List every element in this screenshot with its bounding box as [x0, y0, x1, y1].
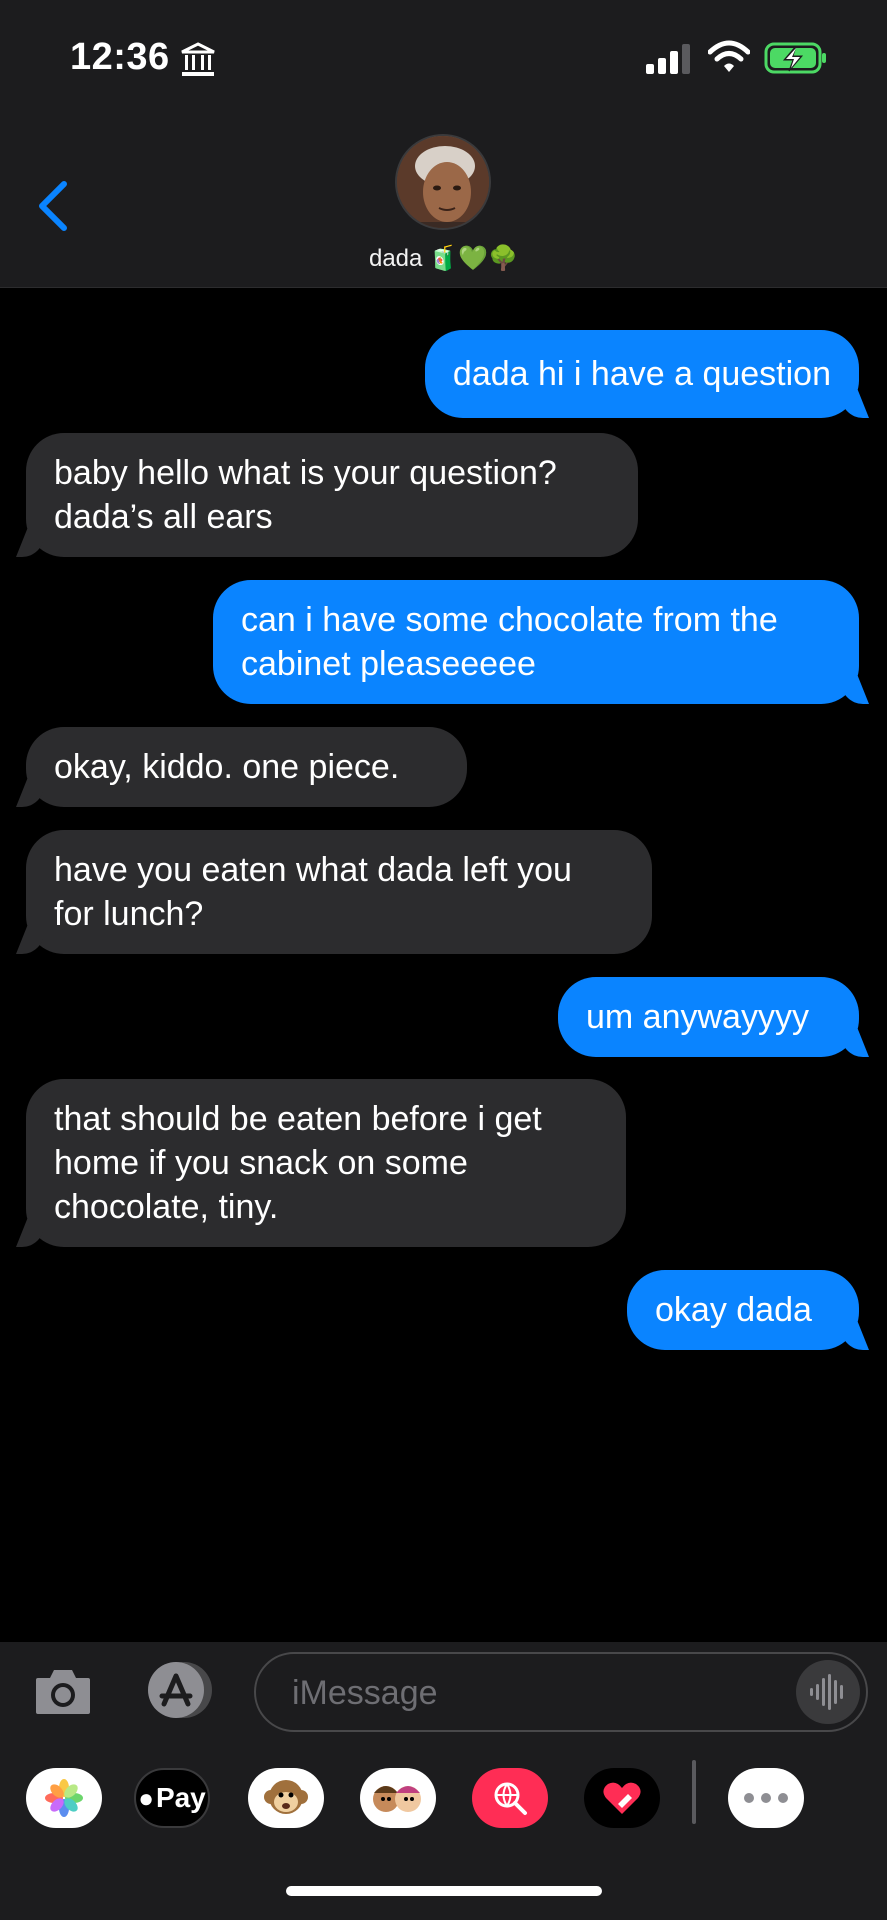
photos-flower-icon	[45, 1779, 83, 1817]
photos-app-icon[interactable]	[26, 1768, 102, 1828]
wifi-icon	[708, 40, 750, 72]
more-apps-icon[interactable]	[728, 1768, 804, 1828]
memoji-app-icon[interactable]	[360, 1768, 436, 1828]
contact-avatar[interactable]	[395, 134, 491, 230]
image-search-app-icon[interactable]	[472, 1768, 548, 1828]
bank-icon	[181, 42, 215, 76]
apple-pay-label: Pay	[155, 1782, 206, 1813]
message-bubble-incoming[interactable]: have you eaten what dada left you for lu…	[26, 830, 652, 954]
audio-message-button[interactable]	[796, 1660, 860, 1724]
apple-pay-app-icon[interactable]: ● Pay	[134, 1768, 210, 1828]
monkey-face-icon	[264, 1780, 308, 1814]
app-store-icon[interactable]	[142, 1660, 216, 1720]
message-bubble-outgoing[interactable]: can i have some chocolate from the cabin…	[213, 580, 859, 704]
message-bubble-outgoing[interactable]: um anywayyyy	[558, 977, 859, 1057]
contact-name: dada	[368, 245, 423, 272]
home-indicator[interactable]	[286, 1886, 602, 1896]
top-bar: 12:36 dada 🧃💚🌳	[0, 0, 887, 288]
avatar-portrait-icon	[397, 136, 489, 228]
message-bubble-incoming[interactable]: okay, kiddo. one piece.	[26, 727, 467, 807]
contact-name-row[interactable]: dada 🧃💚🌳	[0, 244, 887, 273]
message-bubble-incoming[interactable]: baby hello what is your question? dada’s…	[26, 433, 638, 557]
message-input-placeholder: iMessage	[292, 1674, 438, 1712]
animoji-app-icon[interactable]	[248, 1768, 324, 1828]
heart-touch-icon	[603, 1782, 641, 1814]
camera-icon[interactable]	[34, 1666, 92, 1716]
battery-charging-icon	[764, 42, 826, 74]
search-globe-icon	[494, 1782, 527, 1815]
message-bubble-outgoing[interactable]: dada hi i have a question	[424, 330, 859, 418]
memoji-faces-icon	[373, 1786, 421, 1812]
message-input[interactable]: iMessage	[254, 1652, 868, 1732]
contact-emojis: 🧃💚🌳	[428, 245, 519, 272]
signal-icon	[646, 44, 690, 74]
apple-logo-icon: ●	[138, 1782, 154, 1813]
digital-touch-app-icon[interactable]	[584, 1768, 660, 1828]
input-bar: iMessage	[0, 1642, 887, 1742]
ellipsis-icon	[744, 1793, 788, 1803]
message-bubble-incoming[interactable]: that should be eaten before i get home i…	[26, 1079, 626, 1247]
status-time: 12:36	[70, 36, 170, 78]
waveform-icon	[810, 1674, 843, 1710]
message-bubble-outgoing[interactable]: okay dada	[627, 1270, 859, 1350]
back-chevron-icon[interactable]	[36, 180, 70, 232]
apps-divider	[692, 1760, 696, 1824]
